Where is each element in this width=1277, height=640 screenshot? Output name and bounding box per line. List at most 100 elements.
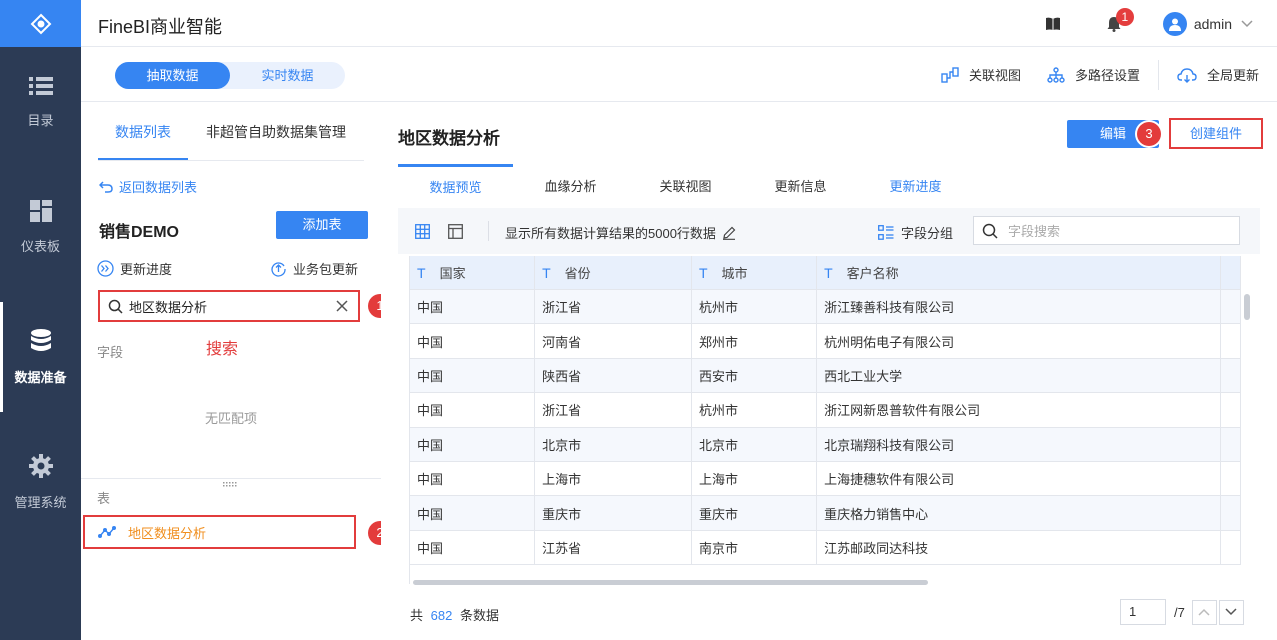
chevron-down-icon[interactable]: [1241, 19, 1253, 28]
nav-label: 管理系统: [14, 494, 67, 510]
table-row[interactable]: 中国 浙江省 杭州市 浙江网新恩普软件有限公司: [410, 393, 1241, 428]
nav-item-dashboard[interactable]: 仪表板: [0, 172, 81, 282]
pagination: 1 /7: [1120, 599, 1244, 625]
table-item-region-analysis[interactable]: 地区数据分析: [83, 515, 356, 549]
data-preview-grid: T 国家 T 省份 T 城市 T 客户名称 中国 浙江省 杭州市 浙江臻善科技有限公司 中国 河南…: [409, 256, 1241, 584]
nav-item-admin[interactable]: 管理系统: [0, 427, 81, 537]
scrollbar-thumb[interactable]: [1244, 294, 1250, 320]
column-header-truncated[interactable]: [1221, 256, 1241, 289]
search-annotation: 搜索: [206, 341, 239, 358]
prev-page-button[interactable]: [1191, 599, 1217, 625]
cell-customer: 重庆格力销售中心: [817, 496, 1222, 530]
refresh-up-icon: [271, 262, 286, 277]
search-icon: [982, 223, 998, 239]
table-row[interactable]: 中国 浙江省 杭州市 浙江臻善科技有限公司: [410, 290, 1241, 325]
tab-update-progress[interactable]: 更新进度: [858, 164, 973, 208]
cell-customer: 上海捷穗软件有限公司: [817, 461, 1222, 496]
nav-item-catalog[interactable]: 目录: [0, 47, 81, 157]
table-row[interactable]: 中国 重庆市 重庆市 重庆格力销售中心: [410, 496, 1241, 531]
page-number-input[interactable]: 1: [1120, 599, 1166, 625]
list-icon: [28, 76, 53, 95]
data-list-panel: 数据列表 非超管自助数据集管理 返回数据列表 销售DEMO 添加表 更新进度 业…: [81, 102, 392, 640]
self-service-dataset-icon: [98, 526, 116, 538]
column-header-country[interactable]: T 国家: [410, 256, 536, 289]
tab-data-list[interactable]: 数据列表: [98, 102, 188, 160]
toggle-realtime[interactable]: 实时数据: [230, 62, 345, 89]
divider: [81, 478, 381, 479]
cell-province: 江苏省: [535, 530, 692, 565]
book-icon[interactable]: [1045, 17, 1061, 31]
column-header-province[interactable]: T 省份: [535, 256, 692, 289]
nav-label: 目录: [27, 112, 54, 128]
nav-item-data-prep[interactable]: 数据准备: [0, 302, 81, 412]
tab-data-preview[interactable]: 数据预览: [398, 164, 513, 208]
tab-relation-view[interactable]: 关联视图: [628, 164, 743, 208]
tab-update-info[interactable]: 更新信息: [743, 164, 858, 208]
cell-country: 中国: [410, 461, 536, 496]
cell-city: 南京市: [692, 530, 818, 565]
cell-customer: 江苏邮政同达科技: [817, 530, 1222, 565]
notification-bell[interactable]: 1: [1107, 7, 1134, 32]
table-row[interactable]: 中国 陕西省 西安市 西北工业大学: [410, 358, 1241, 394]
resize-handle-icon[interactable]: [223, 482, 237, 487]
tab-lineage[interactable]: 血缘分析: [513, 164, 628, 208]
create-component-button[interactable]: 创建组件: [1169, 118, 1263, 149]
add-table-button[interactable]: 添加表: [276, 211, 368, 239]
field-group-icon: [878, 225, 894, 240]
nav-label: 仪表板: [20, 238, 60, 254]
horizontal-scrollbar[interactable]: [409, 578, 1241, 586]
left-nav: 目录 仪表板 数据准备 管理系统: [0, 0, 81, 640]
cell-city: 重庆市: [692, 496, 818, 530]
table-row[interactable]: 中国 上海市 上海市 上海捷穗软件有限公司: [410, 461, 1241, 497]
column-header-customer[interactable]: T 客户名称: [817, 256, 1222, 289]
table-search-input[interactable]: 地区数据分析: [98, 290, 360, 322]
notification-badge: 1: [1115, 7, 1134, 26]
cell-country: 中国: [410, 290, 536, 324]
back-arrow-icon: [99, 180, 113, 193]
logo[interactable]: [0, 0, 81, 47]
field-search-input[interactable]: 字段搜索: [973, 216, 1240, 245]
column-header-city[interactable]: T 城市: [692, 256, 818, 289]
layout-view-icon[interactable]: [448, 224, 463, 239]
dashboard-icon: [29, 199, 52, 222]
hierarchy-icon: [1047, 66, 1065, 83]
cell-extra: [1221, 393, 1241, 427]
vertical-scrollbar[interactable]: [1241, 256, 1253, 584]
package-update-button[interactable]: 业务包更新: [270, 259, 358, 278]
search-value: 地区数据分析: [129, 299, 208, 315]
close-icon[interactable]: [336, 300, 348, 312]
scrollbar-thumb[interactable]: [413, 580, 928, 585]
field-section-label: 字段: [97, 345, 124, 360]
global-update-button[interactable]: 全局更新: [1177, 65, 1259, 84]
cell-extra: [1221, 496, 1241, 530]
relation-view-button[interactable]: 关联视图: [941, 65, 1021, 84]
multipath-settings-button[interactable]: 多路径设置: [1047, 65, 1140, 84]
update-progress-button[interactable]: 更新进度: [97, 259, 172, 278]
table-header-row: T 国家 T 省份 T 城市 T 客户名称: [410, 256, 1241, 290]
table-title: 地区数据分析: [398, 129, 500, 148]
chevron-up-icon: [1198, 608, 1210, 616]
record-count: 共 682 条数据: [410, 608, 499, 623]
next-page-button[interactable]: [1218, 599, 1244, 625]
table-row[interactable]: 中国 北京市 北京市 北京瑞翔科技有限公司: [410, 427, 1241, 462]
cell-customer: 北京瑞翔科技有限公司: [817, 427, 1222, 461]
cell-country: 中国: [410, 324, 536, 358]
divider: [1157, 59, 1159, 90]
text-type-icon: T: [824, 264, 833, 281]
table-row[interactable]: 中国 江苏省 南京市 江苏邮政同达科技: [410, 530, 1241, 566]
cell-province: 重庆市: [535, 496, 692, 530]
username[interactable]: admin: [1194, 16, 1232, 32]
top-header: FineBI商业智能 1 admin: [81, 0, 1277, 47]
field-group-button[interactable]: 字段分组: [878, 223, 953, 242]
table-row[interactable]: 中国 河南省 郑州市 杭州明佑电子有限公司: [410, 324, 1241, 359]
cell-city: 西安市: [692, 358, 818, 393]
toggle-extract[interactable]: 抽取数据: [115, 62, 230, 89]
step-marker-3: 3: [1137, 122, 1161, 146]
pencil-icon[interactable]: [722, 226, 736, 240]
cell-customer: 西北工业大学: [817, 358, 1222, 393]
back-to-list-link[interactable]: 返回数据列表: [99, 177, 197, 196]
tab-self-service-datasets[interactable]: 非超管自助数据集管理: [206, 102, 346, 160]
cell-city: 上海市: [692, 461, 818, 496]
grid-view-icon[interactable]: [415, 224, 430, 239]
avatar[interactable]: [1162, 11, 1187, 36]
